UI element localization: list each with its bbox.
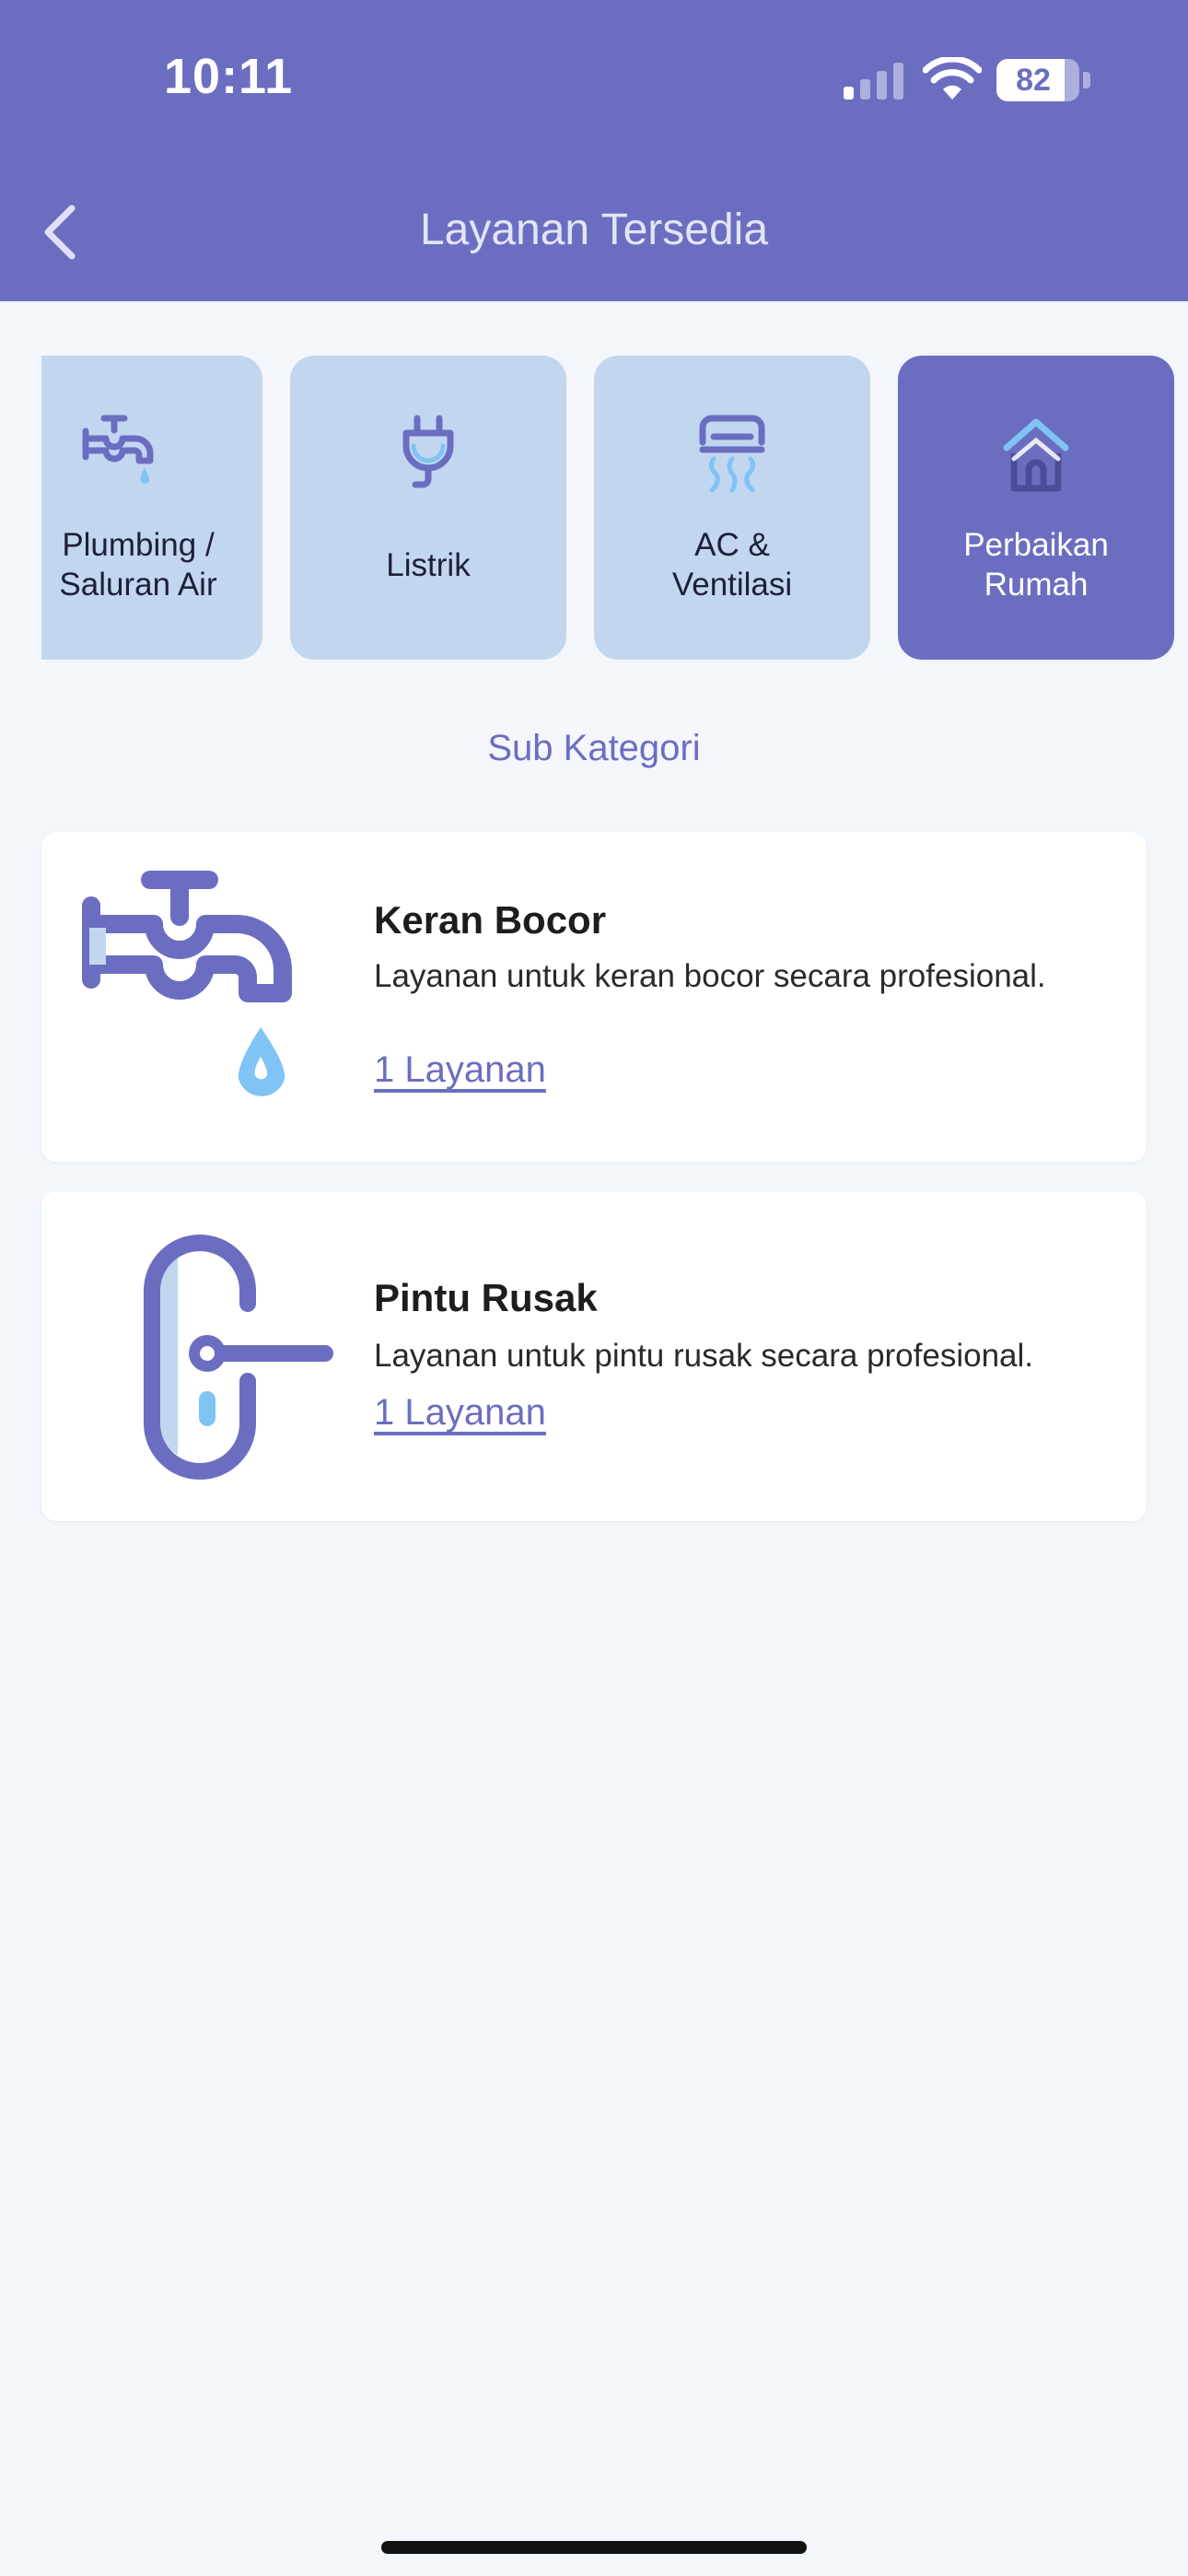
category-label-perbaikan-rumah: Perbaikan Rumah: [963, 527, 1109, 603]
category-card-perbaikan-rumah[interactable]: Perbaikan Rumah: [898, 356, 1174, 660]
page-title: Layanan Tersedia: [419, 205, 769, 254]
house-icon: [1003, 418, 1069, 492]
air-conditioner-icon: [699, 415, 765, 493]
wifi-icon: [923, 57, 982, 100]
subcategory-description: Layanan untuk keran bocor secara profesi…: [374, 958, 1046, 994]
home-indicator[interactable]: [381, 2541, 807, 2554]
subcategory-description: Layanan untuk pintu rusak secara profesi…: [374, 1338, 1034, 1374]
status-time: 10:11: [164, 49, 294, 104]
category-label-listrik: Listrik: [386, 547, 471, 583]
subcategory-title: Keran Bocor: [374, 898, 607, 942]
battery-indicator: 82: [996, 59, 1079, 101]
category-card-plumbing[interactable]: Plumbing / Saluran Air: [41, 356, 262, 660]
battery-percentage: 82: [1016, 63, 1051, 98]
category-label-ac-ventilasi: AC & Ventilasi: [671, 527, 793, 603]
subcategory-services-link[interactable]: 1 Layanan: [374, 1392, 546, 1434]
plug-icon: [402, 415, 454, 488]
section-title: Sub Kategori: [487, 728, 701, 768]
leaking-faucet-icon: [82, 871, 292, 1096]
subcategory-title: Pintu Rusak: [374, 1276, 598, 1319]
app-header: 10:11 82 Layanan Tersedia: [0, 0, 1188, 301]
door-handle-icon: [144, 1235, 333, 1480]
subcategory-card-keran-bocor[interactable]: Keran Bocor Layanan untuk keran bocor se…: [41, 832, 1147, 1162]
category-label-plumbing: Plumbing / Saluran Air: [59, 527, 217, 603]
category-card-listrik[interactable]: Listrik: [290, 356, 566, 660]
category-carousel[interactable]: Plumbing / Saluran Air Listrik AC & Vent…: [0, 356, 1188, 662]
cellular-signal-icon: [844, 63, 903, 100]
category-card-ac-ventilasi[interactable]: AC & Ventilasi: [594, 356, 870, 660]
subcategory-card-pintu-rusak[interactable]: Pintu Rusak Layanan untuk pintu rusak se…: [41, 1191, 1147, 1521]
faucet-icon: [82, 415, 154, 484]
battery-tip: [1083, 72, 1090, 88]
subcategory-services-link[interactable]: 1 Layanan: [374, 1049, 546, 1091]
